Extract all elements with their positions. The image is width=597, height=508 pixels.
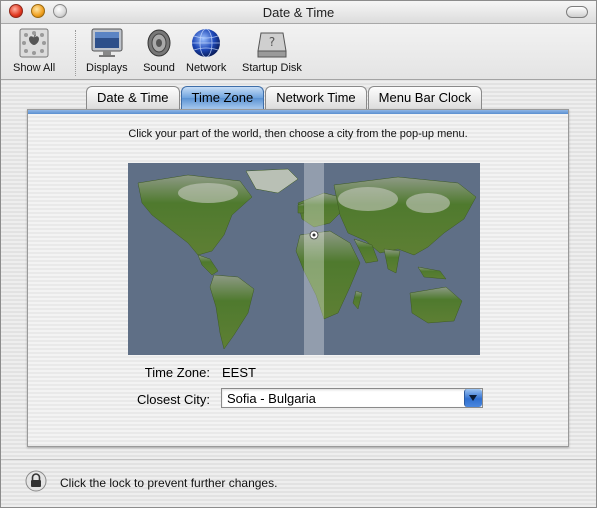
chevron-down-icon: [469, 395, 477, 401]
show-all-label: Show All: [13, 62, 56, 74]
closest-city-value: Sofia - Bulgaria: [227, 391, 316, 406]
closest-city-label: Closest City:: [137, 392, 210, 407]
hard-disk-icon: ?: [255, 27, 289, 59]
popup-arrow-button[interactable]: [464, 389, 482, 407]
displays-label: Displays: [86, 62, 128, 74]
show-all-button[interactable]: Show All: [13, 27, 55, 74]
instruction-text: Click your part of the world, then choos…: [128, 128, 468, 140]
tab-menu-bar-clock[interactable]: Menu Bar Clock: [367, 86, 483, 109]
svg-text:?: ?: [269, 35, 275, 49]
window-title: Date & Time: [262, 5, 335, 20]
closest-city-popup[interactable]: Sofia - Bulgaria: [221, 388, 483, 408]
displays-button[interactable]: Displays: [86, 27, 128, 74]
monitor-icon: [90, 27, 124, 59]
network-label: Network: [186, 62, 227, 74]
sound-button[interactable]: Sound: [142, 27, 176, 74]
network-button[interactable]: Network: [186, 27, 226, 74]
panel-accent: [28, 110, 568, 114]
startup-disk-button[interactable]: ? Startup Disk: [242, 27, 302, 74]
tab-network-time[interactable]: Network Time: [265, 86, 367, 109]
toolbar-separator: [75, 30, 76, 76]
tab-date-time[interactable]: Date & Time: [86, 86, 180, 109]
apple-grid-icon: [17, 27, 51, 59]
speaker-icon: [142, 27, 176, 59]
world-map[interactable]: [128, 163, 480, 355]
lock-status-text: Click the lock to prevent further change…: [60, 476, 278, 490]
globe-icon: [189, 27, 223, 59]
footer-divider: [1, 459, 596, 460]
time-zone-panel: Click your part of the world, then choos…: [27, 109, 569, 447]
startup-disk-label: Startup Disk: [242, 62, 302, 74]
preferences-window: Date & Time Show All Displays Sound Netw…: [0, 0, 597, 508]
time-zone-label: Time Zone:: [144, 365, 210, 380]
time-zone-value: EEST: [222, 365, 256, 380]
lock-icon: [25, 470, 47, 492]
tab-time-zone[interactable]: Time Zone: [180, 86, 265, 109]
title-bar[interactable]: Date & Time: [1, 1, 596, 24]
lock-button[interactable]: [25, 469, 47, 493]
toolbar: Show All Displays Sound Network ? Startu…: [1, 24, 596, 80]
sound-label: Sound: [143, 62, 175, 74]
tab-bar: Date & Time Time Zone Network Time Menu …: [86, 86, 483, 110]
toolbar-toggle-button[interactable]: [566, 6, 588, 18]
